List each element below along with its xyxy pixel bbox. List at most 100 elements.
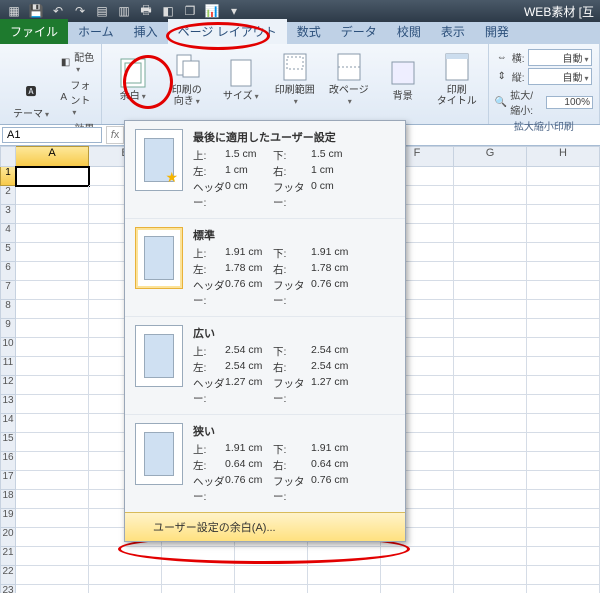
column-header[interactable]: A [16, 146, 89, 167]
cell[interactable] [527, 509, 600, 528]
cell[interactable] [16, 433, 89, 452]
cell[interactable] [454, 281, 527, 300]
row-header[interactable]: 19 [0, 509, 16, 528]
cell[interactable] [16, 528, 89, 547]
qat-icon[interactable]: ◧ [160, 3, 176, 19]
cell[interactable] [16, 281, 89, 300]
tab-file[interactable]: ファイル [0, 19, 68, 44]
tab-formulas[interactable]: 数式 [287, 19, 331, 44]
qat-icon[interactable]: ▾ [226, 3, 242, 19]
theme-fonts[interactable]: Aフォント [60, 76, 95, 119]
cell[interactable] [527, 376, 600, 395]
cell[interactable] [454, 566, 527, 585]
row-header[interactable]: 11 [0, 357, 16, 376]
cell[interactable] [308, 547, 381, 566]
cell[interactable] [16, 319, 89, 338]
cell[interactable] [454, 414, 527, 433]
cell[interactable] [454, 167, 527, 186]
scale-percent[interactable]: 100% [546, 96, 593, 109]
cell[interactable] [454, 186, 527, 205]
scale-width[interactable]: 自動 [528, 49, 592, 66]
cell[interactable] [16, 414, 89, 433]
margins-option-normal[interactable]: 標準 上:1.91 cm下:1.91 cm 左:1.78 cm右:1.78 cm… [125, 219, 405, 317]
cell[interactable] [308, 585, 381, 593]
cell[interactable] [527, 585, 600, 593]
cell[interactable] [454, 547, 527, 566]
row-header[interactable]: 21 [0, 547, 16, 566]
cell[interactable] [308, 566, 381, 585]
size-button[interactable]: サイズ [216, 54, 266, 105]
tab-developer[interactable]: 開発 [475, 19, 519, 44]
cell[interactable] [527, 300, 600, 319]
save-icon[interactable]: 💾 [28, 3, 44, 19]
cell[interactable] [454, 471, 527, 490]
row-header[interactable]: 14 [0, 414, 16, 433]
tab-data[interactable]: データ [331, 19, 387, 44]
cell[interactable] [162, 547, 235, 566]
cell[interactable] [16, 509, 89, 528]
row-header[interactable]: 22 [0, 566, 16, 585]
cell[interactable] [381, 585, 454, 593]
cell[interactable] [527, 547, 600, 566]
cell[interactable] [16, 566, 89, 585]
cell[interactable] [16, 262, 89, 281]
cell[interactable] [527, 414, 600, 433]
row-header[interactable]: 4 [0, 224, 16, 243]
row-header[interactable]: 10 [0, 338, 16, 357]
cell[interactable] [527, 357, 600, 376]
qat-icon[interactable]: ❐ [182, 3, 198, 19]
print-titles-button[interactable]: 印刷 タイトル [432, 48, 482, 110]
cell[interactable] [16, 395, 89, 414]
cell[interactable] [527, 338, 600, 357]
row-header[interactable]: 12 [0, 376, 16, 395]
cell[interactable] [527, 224, 600, 243]
cell[interactable] [381, 547, 454, 566]
cell[interactable] [454, 433, 527, 452]
redo-icon[interactable]: ↷ [72, 3, 88, 19]
cell[interactable] [527, 186, 600, 205]
print-icon[interactable]: 🖶 [138, 3, 154, 19]
cell[interactable] [527, 395, 600, 414]
cell[interactable] [89, 585, 162, 593]
cell[interactable] [16, 224, 89, 243]
row-header[interactable]: 3 [0, 205, 16, 224]
cell[interactable] [454, 585, 527, 593]
name-box[interactable] [2, 127, 102, 143]
cell[interactable] [16, 186, 89, 205]
cell[interactable] [16, 300, 89, 319]
cell[interactable] [454, 528, 527, 547]
theme-colors[interactable]: ◧配色 [60, 48, 95, 76]
undo-icon[interactable]: ↶ [50, 3, 66, 19]
tab-page-layout[interactable]: ページ レイアウト [168, 19, 287, 44]
cell[interactable] [454, 376, 527, 395]
scale-height[interactable]: 自動 [528, 68, 592, 85]
cell[interactable] [527, 452, 600, 471]
tab-view[interactable]: 表示 [431, 19, 475, 44]
qat-icon[interactable]: ▤ [94, 3, 110, 19]
fx-icon[interactable]: fx [106, 126, 124, 144]
cell[interactable] [454, 262, 527, 281]
cell[interactable] [16, 338, 89, 357]
margins-option-wide[interactable]: 広い 上:2.54 cm下:2.54 cm 左:2.54 cm右:2.54 cm… [125, 317, 405, 415]
cell[interactable] [527, 167, 600, 186]
tab-home[interactable]: ホーム [68, 19, 124, 44]
cell[interactable] [527, 262, 600, 281]
cell[interactable] [16, 376, 89, 395]
print-area-button[interactable]: 印刷範囲 [270, 48, 320, 110]
margins-option-narrow[interactable]: 狭い 上:1.91 cm下:1.91 cm 左:0.64 cm右:0.64 cm… [125, 415, 405, 512]
cell[interactable] [454, 300, 527, 319]
row-header[interactable]: 13 [0, 395, 16, 414]
cell[interactable] [527, 281, 600, 300]
cell[interactable] [454, 490, 527, 509]
cell[interactable] [16, 585, 89, 593]
cell[interactable] [454, 243, 527, 262]
cell[interactable] [89, 547, 162, 566]
cell[interactable] [527, 566, 600, 585]
cell[interactable] [235, 585, 308, 593]
chart-icon[interactable]: 📊 [204, 3, 220, 19]
qat-icon[interactable]: ▥ [116, 3, 132, 19]
custom-margins-item[interactable]: ユーザー設定の余白(A)... [125, 512, 405, 541]
cell[interactable] [89, 566, 162, 585]
cell[interactable] [16, 547, 89, 566]
cell[interactable] [16, 167, 89, 186]
